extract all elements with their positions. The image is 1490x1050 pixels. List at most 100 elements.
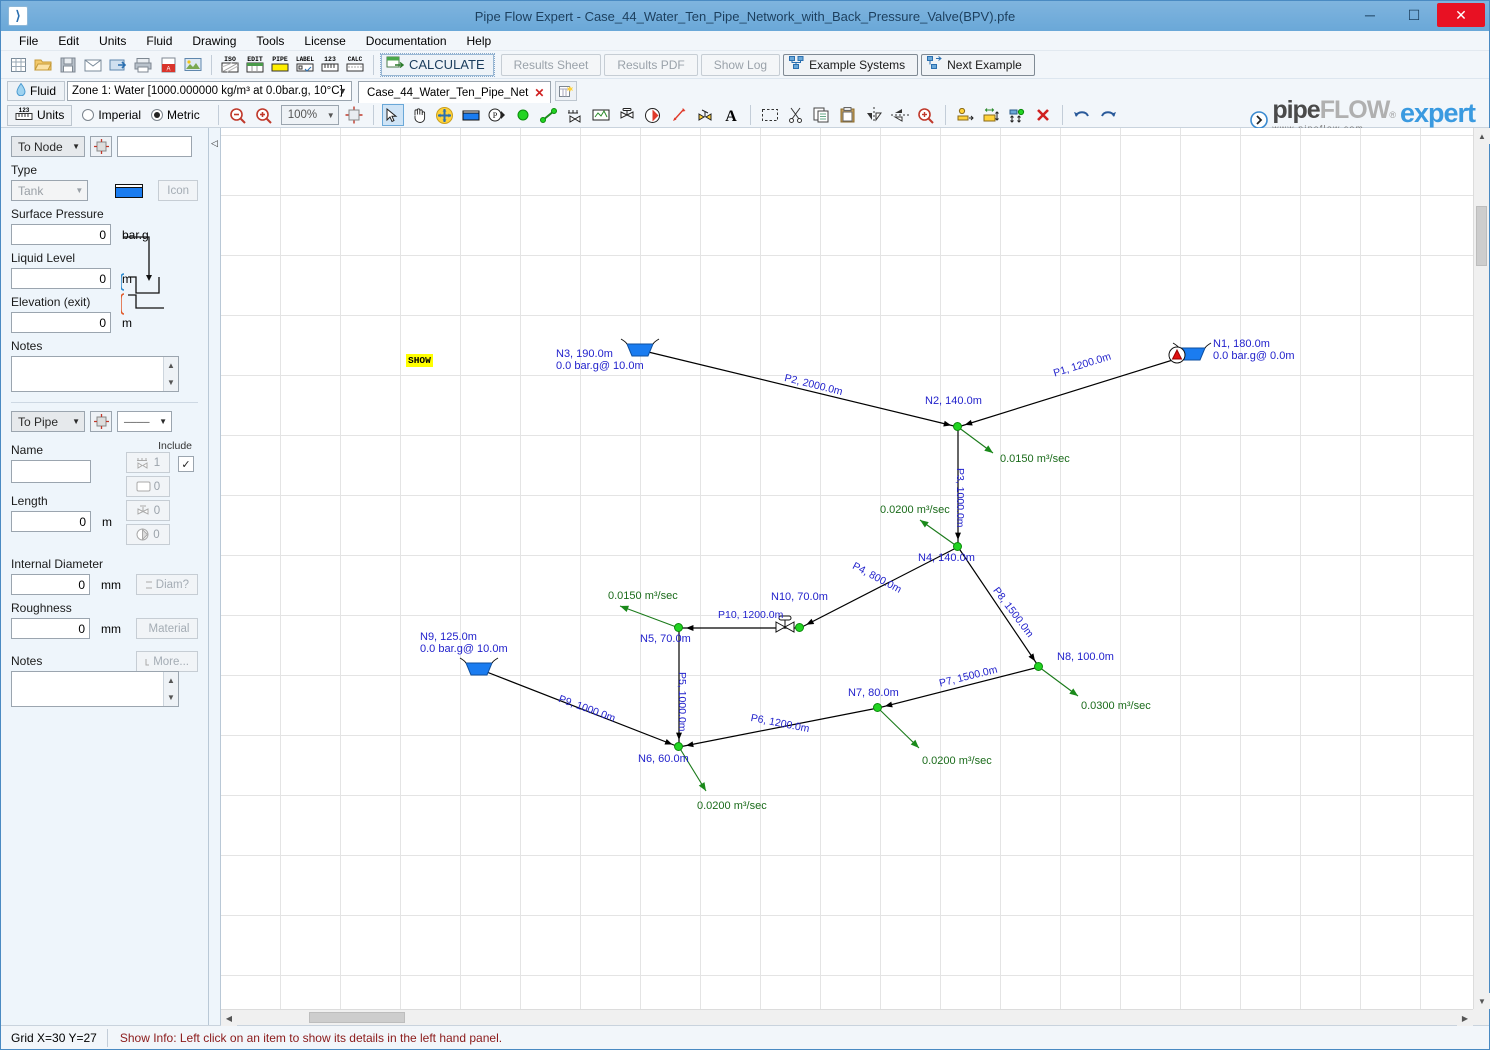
pipe-length-input[interactable]: 0 [11,511,91,532]
redo-icon[interactable] [1097,104,1119,126]
more-button[interactable]: More... [136,651,198,672]
example-systems-button[interactable]: Example Systems [783,53,919,76]
results-pdf-button[interactable]: Results PDF [604,53,698,76]
node-locate-button[interactable] [90,136,112,157]
menu-license[interactable]: License [294,32,355,50]
distribute-horizontal-icon[interactable] [980,104,1002,126]
junction-node-tool-icon[interactable] [512,104,534,126]
zoom-out-icon[interactable] [227,104,249,126]
email-icon[interactable] [82,54,104,76]
text-tool-icon[interactable]: A [720,104,742,126]
show-log-button[interactable]: Show Log [700,53,781,76]
show-badge[interactable]: SHOW [406,354,433,367]
fit-to-window-icon[interactable] [343,104,365,126]
menu-units[interactable]: Units [89,32,136,50]
menu-edit[interactable]: Edit [48,32,89,50]
panel-splitter[interactable]: ◁ [209,128,221,1025]
horizontal-scroll-thumb[interactable] [309,1012,405,1023]
demand-arrow-n8[interactable] [1038,666,1079,697]
demand-arrow-n2[interactable] [957,426,994,454]
close-icon[interactable]: ✕ [534,86,544,100]
node-n8[interactable] [1034,662,1043,671]
pipe-name-input[interactable] [11,460,91,483]
pump-tool-icon[interactable] [642,104,664,126]
menu-help[interactable]: Help [457,32,502,50]
iso-view-icon[interactable]: ISO [219,54,241,76]
align-nodes-icon[interactable] [954,104,976,126]
pipe-notes-scroll[interactable]: ▲ ▼ [163,672,178,706]
diameter-button[interactable]: Diam? [136,574,198,595]
node-n5[interactable] [674,623,683,632]
node-notes-input[interactable]: ▲ ▼ [11,356,179,392]
edit-grid-icon[interactable]: EDIT [244,54,266,76]
results-sheet-button[interactable]: Results Sheet [500,53,602,76]
select-tool-icon[interactable] [381,104,404,126]
internal-diameter-input[interactable]: 0 [11,574,90,595]
valves-count-button[interactable]: 0 [126,500,170,521]
menu-tools[interactable]: Tools [246,32,294,50]
node-n4[interactable] [953,542,962,551]
tank-tool-icon[interactable] [460,104,482,126]
icon-button[interactable]: Icon [158,180,198,201]
distribute-vertical-icon[interactable] [1006,104,1028,126]
node-type-select[interactable]: Tank ▼ [11,180,89,201]
material-button[interactable]: Material [136,618,198,639]
label-icon[interactable]: LABEL [294,54,316,76]
menu-documentation[interactable]: Documentation [356,32,457,50]
image-export-icon[interactable] [182,54,204,76]
pdf-icon[interactable]: A [157,54,179,76]
pipe-locate-button[interactable] [90,411,112,432]
menu-drawing[interactable]: Drawing [182,32,246,50]
include-checkbox[interactable]: ✓ [178,456,194,472]
minimize-button[interactable]: ─ [1349,3,1391,27]
tank-n1[interactable] [1172,342,1212,361]
tank-n9[interactable] [459,657,499,676]
node-notes-scroll[interactable]: ▲ ▼ [163,357,178,391]
zoom-level-select[interactable]: 100% ▼ [280,105,339,125]
pipe-selector[interactable]: To Pipe ▼ [11,411,85,432]
new-file-icon[interactable] [7,54,29,76]
document-tab[interactable]: Case_44_Water_Ten_Pipe_Net ✕ [358,81,552,103]
flip-horizontal-icon[interactable] [889,104,911,126]
roughness-input[interactable]: 0 [11,618,90,639]
scroll-up-icon[interactable]: ▲ [1474,128,1490,144]
component-tool-icon[interactable] [590,104,612,126]
node-n2[interactable] [953,422,962,431]
pipe-p2[interactable] [639,349,959,428]
new-document-button[interactable] [555,81,578,101]
valve-tool-icon[interactable] [616,104,638,126]
vertical-scroll-thumb[interactable] [1476,206,1487,266]
scroll-left-icon[interactable]: ◀ [221,1010,237,1026]
menu-file[interactable]: File [9,32,48,50]
horizontal-scrollbar[interactable]: ◀ ▶ [221,1009,1473,1026]
demand-arrow-n7[interactable] [877,707,920,749]
calc-grid-icon[interactable]: CALC [344,54,366,76]
demand-arrow-n4[interactable] [919,519,959,548]
close-button[interactable]: ✕ [1437,3,1485,27]
draw-pipe-tool-icon[interactable] [538,104,560,126]
print-icon[interactable] [132,54,154,76]
paste-icon[interactable] [837,104,859,126]
pipe-p8[interactable] [957,546,1040,668]
pressure-node-tool-icon[interactable]: P [486,104,508,126]
fluid-button[interactable]: Fluid [7,81,66,101]
numbers-icon[interactable]: 123 [319,54,341,76]
units-button[interactable]: 123 Units [7,104,73,126]
zoom-in-icon[interactable] [253,104,275,126]
move-tool-icon[interactable] [434,104,456,126]
node-n7[interactable] [873,703,882,712]
tank-n3[interactable] [620,338,660,357]
copy-icon[interactable] [811,104,833,126]
back-pressure-valve-bpv1[interactable] [1168,346,1186,364]
next-example-button[interactable]: Next Example [921,53,1035,76]
flip-vertical-icon[interactable] [863,104,885,126]
fluid-zone-select[interactable]: Zone 1: Water [1000.000000 kg/m³ at 0.0b… [67,81,353,101]
demand-arrow-n5[interactable] [619,605,680,629]
marquee-select-icon[interactable] [759,104,781,126]
node-selector[interactable]: To Node ▼ [11,136,85,157]
undo-icon[interactable] [1071,104,1093,126]
pan-tool-icon[interactable] [408,104,430,126]
pipe-p10[interactable] [679,625,800,631]
save-icon[interactable] [57,54,79,76]
network-diagram-canvas[interactable]: P1, 1200.0m P2, 2000.0m P3, 1000.0m P4, 800… [221,128,1473,1009]
